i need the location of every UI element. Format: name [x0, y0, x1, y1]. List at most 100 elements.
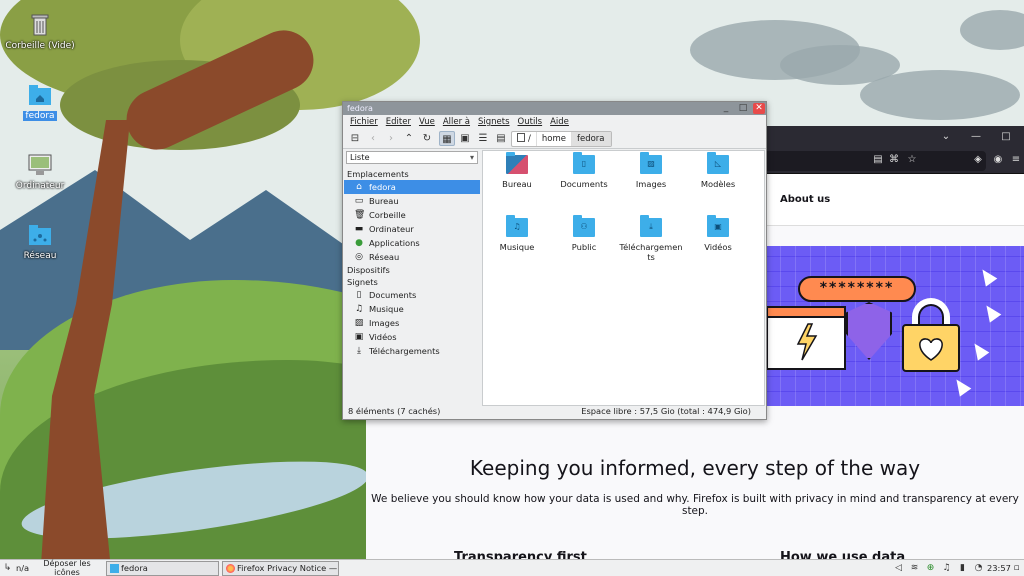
- sidebar-item-images[interactable]: ▨ Images: [344, 316, 480, 330]
- page-headline: Keeping you informed, every step of the …: [469, 456, 921, 480]
- menu-fichier[interactable]: Fichier: [350, 115, 378, 129]
- status-bar: 8 éléments (7 cachés) Espace libre : 57,…: [344, 404, 765, 418]
- reload-icon[interactable]: ↻: [419, 131, 435, 146]
- notification-icon[interactable]: ♫: [941, 562, 952, 574]
- toolbar: ⊟ ‹ › ⌃ ↻ ▦ ▣ ☰ ▤ / home fedora: [343, 129, 766, 149]
- desktop-icon-home[interactable]: fedora: [0, 82, 80, 121]
- desktop-icon-label: Ordinateur: [15, 181, 65, 191]
- minimize-icon[interactable]: —: [970, 131, 982, 143]
- sidebar-item-musique[interactable]: ♫ Musique: [344, 302, 480, 316]
- nav-about-us-link[interactable]: About us: [780, 194, 830, 205]
- file-item-telechargements[interactable]: ⤓ Téléchargements: [617, 215, 685, 262]
- account-icon[interactable]: ◉: [992, 154, 1004, 166]
- minimize-button[interactable]: _: [720, 103, 732, 114]
- battery-icon[interactable]: ▮: [957, 562, 968, 574]
- sidebar-item-corbeille[interactable]: 🗑 Corbeille: [344, 208, 480, 222]
- sidebar-item-fedora[interactable]: ⌂ fedora: [344, 180, 480, 194]
- view-mode-select[interactable]: Liste: [346, 151, 478, 164]
- icons-view-icon[interactable]: ▦: [439, 131, 455, 146]
- network-icon: ◎: [355, 252, 363, 262]
- places-panel: Liste Emplacements ⌂fedora ▭Bureau 🗑Corb…: [344, 150, 480, 406]
- desktop-icon-label: Corbeille (Vide): [5, 41, 75, 51]
- taskbar-na-label: n/a: [16, 563, 30, 573]
- network-icon: [27, 222, 53, 248]
- cursor-icon: [980, 301, 1002, 323]
- compact-view-icon[interactable]: ▤: [493, 131, 509, 146]
- home-icon: ⌂: [356, 182, 362, 192]
- page-body-text: We believe you should know how your data…: [371, 493, 1019, 517]
- menu-signets[interactable]: Signets: [478, 115, 510, 129]
- chevron-down-icon[interactable]: ⌄: [940, 131, 952, 143]
- wifi-icon[interactable]: ≋: [909, 562, 920, 574]
- sidebar-item-applications[interactable]: ● Applications: [344, 236, 480, 250]
- file-item-musique[interactable]: ♫ Musique: [483, 215, 551, 252]
- file-item-videos[interactable]: ▣ Vidéos: [684, 215, 752, 252]
- folder-icon: [110, 564, 119, 573]
- launcher-drop-hint: Déposer les icônes d'application ici: [43, 559, 91, 576]
- menu-aller-a[interactable]: Aller à: [443, 115, 470, 129]
- forward-icon[interactable]: ›: [383, 131, 399, 146]
- back-icon[interactable]: ‹: [365, 131, 381, 146]
- desktop-icon-trash[interactable]: Corbeille (Vide): [0, 12, 80, 51]
- breadcrumb-root[interactable]: /: [512, 132, 537, 146]
- maximize-button[interactable]: □: [737, 103, 749, 114]
- window-titlebar[interactable]: fedora _ □ ✕: [343, 102, 766, 115]
- close-button[interactable]: ✕: [753, 103, 765, 114]
- window-title: fedora: [347, 104, 373, 113]
- show-desktop-icon[interactable]: ▫: [1011, 562, 1022, 574]
- sidebar-item-videos[interactable]: ▣ Vidéos: [344, 330, 480, 344]
- menu-aide[interactable]: Aide: [550, 115, 569, 129]
- breadcrumb-fedora[interactable]: fedora: [571, 132, 611, 146]
- breadcrumb-home[interactable]: home: [537, 132, 572, 146]
- clock[interactable]: 23:57: [987, 560, 1011, 576]
- templates-folder-icon: ◺: [707, 152, 729, 174]
- breadcrumb: / home fedora: [511, 131, 612, 147]
- task-firefox[interactable]: Firefox Privacy Notice — ...: [222, 561, 339, 576]
- cursor-icon: [976, 265, 998, 287]
- menu-vue[interactable]: Vue: [419, 115, 435, 129]
- app-menu-icon[interactable]: ↳: [2, 562, 13, 574]
- file-item-documents[interactable]: ▯ Documents: [550, 152, 618, 189]
- file-item-public[interactable]: ⚇ Public: [550, 215, 618, 252]
- file-view[interactable]: Bureau ▯ Documents ▨ Images ◺ Modèles ♫ …: [482, 150, 765, 406]
- volume-icon[interactable]: ◁: [893, 562, 904, 574]
- applications-icon: ●: [355, 238, 363, 248]
- privacy-illustration: ********: [766, 246, 1024, 406]
- downloads-folder-icon: ⤓: [640, 215, 662, 237]
- computer-icon: ▬: [354, 224, 364, 234]
- file-item-images[interactable]: ▨ Images: [617, 152, 685, 189]
- up-icon[interactable]: ⌃: [401, 131, 417, 146]
- sidebar-item-reseau[interactable]: ◎ Réseau: [344, 250, 480, 264]
- desktop-icon-computer[interactable]: Ordinateur: [0, 152, 80, 191]
- menu-icon[interactable]: ≡: [1010, 154, 1022, 166]
- taskbar: ↳ n/a Déposer les icônes d'application i…: [0, 559, 1024, 576]
- desktop-icon-network[interactable]: Réseau: [0, 222, 80, 261]
- lightning-icon: [796, 323, 818, 361]
- shield-icon[interactable]: ◈: [972, 154, 984, 166]
- sidebar-item-telechargements[interactable]: ⤓ Téléchargements: [344, 344, 480, 358]
- update-icon[interactable]: ⊕: [925, 562, 936, 574]
- menu-outils[interactable]: Outils: [518, 115, 543, 129]
- menu-bar: Fichier Editer Vue Aller à Signets Outil…: [343, 115, 766, 129]
- menu-editer[interactable]: Editer: [386, 115, 411, 129]
- sidebar-item-documents[interactable]: ▯ Documents: [344, 288, 480, 302]
- task-fedora[interactable]: fedora: [106, 561, 219, 576]
- clock-icon[interactable]: ◔: [973, 562, 984, 574]
- sidebar-item-bureau[interactable]: ▭ Bureau: [344, 194, 480, 208]
- desktop-icon-label: Réseau: [23, 251, 57, 261]
- bookmark-star-icon[interactable]: ☆: [906, 154, 918, 166]
- preview-icon[interactable]: ▣: [457, 131, 473, 146]
- file-item-modeles[interactable]: ◺ Modèles: [684, 152, 752, 189]
- password-field-illustration: ********: [798, 276, 916, 302]
- details-view-icon[interactable]: ☰: [475, 131, 491, 146]
- public-folder-icon: ⚇: [573, 215, 595, 237]
- translate-icon[interactable]: ⌘: [888, 154, 900, 166]
- file-item-bureau[interactable]: Bureau: [483, 152, 551, 189]
- reader-view-icon[interactable]: ▤: [872, 154, 884, 166]
- maximize-icon[interactable]: □: [1000, 131, 1012, 143]
- status-item-count: 8 éléments (7 cachés): [348, 406, 441, 416]
- sidebar-item-ordinateur[interactable]: ▬ Ordinateur: [344, 222, 480, 236]
- sidebar-toggle-icon[interactable]: ⊟: [347, 131, 363, 146]
- download-icon: ⤓: [357, 346, 361, 356]
- file-manager-window[interactable]: fedora _ □ ✕ Fichier Editer Vue Aller à …: [342, 101, 767, 420]
